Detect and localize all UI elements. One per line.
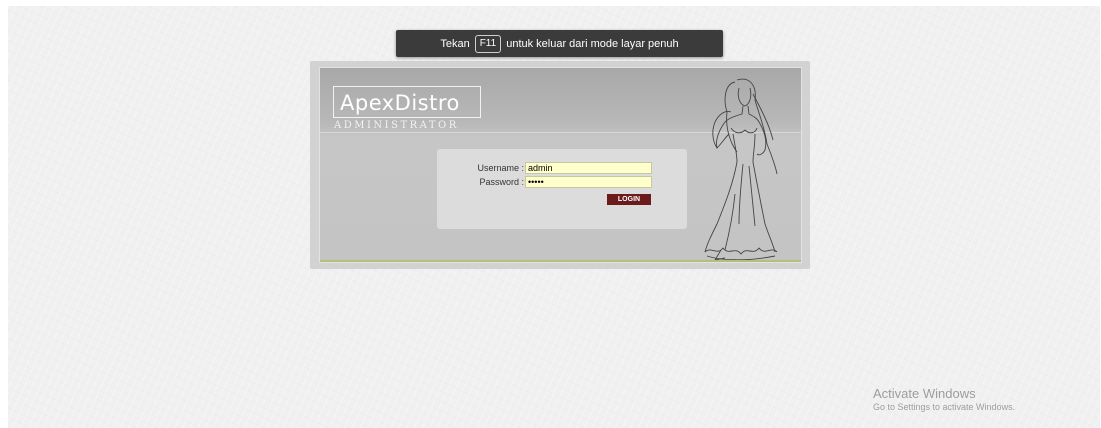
password-input[interactable] [525, 176, 652, 188]
username-label: Username : [477, 163, 524, 173]
woman-illustration [704, 78, 778, 261]
username-row: Username : [437, 162, 687, 175]
password-label: Password : [479, 177, 524, 187]
password-row: Password : [437, 176, 687, 189]
activate-windows-subtitle: Go to Settings to activate Windows. [873, 402, 1016, 412]
activate-windows-title: Activate Windows [873, 386, 976, 401]
fullscreen-notice: Tekan F11 untuk keluar dari mode layar p… [396, 30, 723, 57]
activate-windows-watermark: Activate Windows Go to Settings to activ… [873, 386, 1015, 412]
login-form: Username : Password : LOGIN [437, 149, 687, 229]
brand-subtitle: ADMINISTRATOR [334, 120, 459, 131]
f11-key-badge: F11 [474, 34, 502, 53]
username-input[interactable] [525, 162, 652, 174]
fullscreen-notice-prefix: Tekan [440, 37, 470, 50]
login-button[interactable]: LOGIN [607, 194, 651, 205]
brand-logo: ApexDistro [333, 86, 481, 118]
login-panel-inner: ApexDistro ADMINISTRATOR Username : Pass… [319, 67, 802, 263]
login-panel: ApexDistro ADMINISTRATOR Username : Pass… [310, 61, 810, 269]
fullscreen-notice-suffix: untuk keluar dari mode layar penuh [506, 37, 679, 50]
panel-bottom-accent [320, 260, 801, 262]
browser-viewport: Tekan F11 untuk keluar dari mode layar p… [8, 6, 1100, 428]
